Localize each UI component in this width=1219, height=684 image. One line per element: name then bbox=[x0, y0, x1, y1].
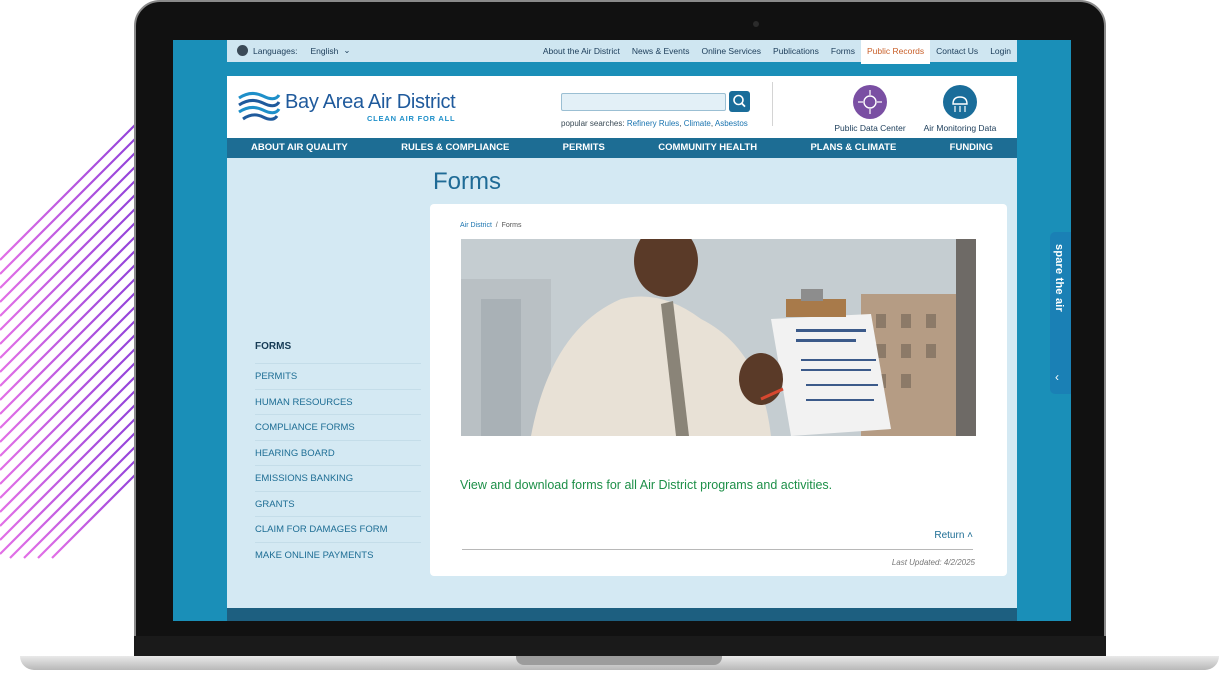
sidebar-item-grants[interactable]: GRANTS bbox=[255, 492, 421, 517]
intro-text: View and download forms for all Air Dist… bbox=[460, 478, 833, 492]
util-link-publications[interactable]: Publications bbox=[767, 40, 825, 62]
util-link-about-the-air-district[interactable]: About the Air District bbox=[537, 40, 626, 62]
public-data-center-label: Public Data Center bbox=[834, 123, 906, 133]
data-center-icon bbox=[853, 85, 887, 119]
return-link[interactable]: Return ˄ bbox=[934, 530, 973, 541]
spare-the-air-label: spare the air bbox=[1053, 244, 1065, 313]
main-navigation: ABOUT AIR QUALITY RULES & COMPLIANCE PER… bbox=[227, 138, 1017, 158]
util-link-contact-us[interactable]: Contact Us bbox=[930, 40, 984, 62]
util-link-public-records[interactable]: Public Records bbox=[860, 40, 931, 64]
util-link-forms[interactable]: Forms bbox=[825, 40, 861, 62]
logo-tagline: CLEAN AIR FOR ALL bbox=[366, 114, 456, 123]
sidebar-item-forms[interactable]: FORMS bbox=[255, 334, 421, 364]
sidebar-item-online-payments[interactable]: MAKE ONLINE PAYMENTS bbox=[255, 543, 421, 569]
search-area bbox=[561, 91, 750, 112]
popular-link-climate[interactable]: Climate bbox=[684, 119, 711, 128]
sidebar-item-human-resources[interactable]: HUMAN RESOURCES bbox=[255, 390, 421, 415]
utility-links: About the Air District News & Events Onlin… bbox=[537, 40, 1017, 64]
page-title: Forms bbox=[433, 168, 501, 195]
language-selector[interactable]: Languages: English ⌄ bbox=[237, 45, 350, 56]
languages-label: Languages: bbox=[253, 45, 298, 56]
popular-link-asbestos[interactable]: Asbestos bbox=[715, 119, 748, 128]
chevron-left-icon: ‹ bbox=[1055, 370, 1059, 384]
laptop-notch bbox=[516, 656, 722, 665]
nav-plans-climate[interactable]: PLANS & CLIMATE bbox=[810, 138, 896, 158]
site-header: Bay Area Air District CLEAN AIR FOR ALL … bbox=[227, 76, 1017, 138]
nav-community-health[interactable]: COMMUNITY HEALTH bbox=[658, 138, 757, 158]
breadcrumb-separator: / bbox=[495, 222, 498, 229]
search-button[interactable] bbox=[729, 91, 750, 112]
laptop-bezel-bottom bbox=[134, 636, 1106, 658]
util-link-online-services[interactable]: Online Services bbox=[696, 40, 768, 62]
utility-bar: Languages: English ⌄ About the Air Distr… bbox=[227, 40, 1017, 64]
sidebar-nav: FORMS PERMITS HUMAN RESOURCES COMPLIANCE… bbox=[255, 334, 421, 568]
language-selected[interactable]: English bbox=[310, 46, 338, 56]
util-link-news-events[interactable]: News & Events bbox=[626, 40, 696, 62]
header-divider bbox=[772, 82, 773, 126]
decorative-stripes bbox=[0, 120, 140, 559]
waves-logo-icon bbox=[238, 91, 281, 121]
laptop-screen: Languages: English ⌄ About the Air Distr… bbox=[173, 40, 1071, 621]
air-monitoring-data-link[interactable]: Air Monitoring Data bbox=[915, 85, 1005, 133]
sidebar-item-claim-for-damages[interactable]: CLAIM FOR DAMAGES FORM bbox=[255, 517, 421, 543]
popular-link-refinery[interactable]: Refinery Rules bbox=[627, 119, 679, 128]
last-updated: Last Updated: 4/2/2025 bbox=[891, 558, 975, 567]
search-icon bbox=[733, 94, 746, 108]
site-logo[interactable]: Bay Area Air District CLEAN AIR FOR ALL bbox=[237, 90, 456, 124]
chevron-up-icon: ˄ bbox=[967, 530, 973, 541]
globe-icon bbox=[237, 45, 248, 56]
nav-permits[interactable]: PERMITS bbox=[563, 138, 605, 158]
nav-about-air-quality[interactable]: ABOUT AIR QUALITY bbox=[251, 138, 348, 158]
sidebar-item-compliance-forms[interactable]: COMPLIANCE FORMS bbox=[255, 415, 421, 441]
air-monitoring-icon bbox=[943, 85, 977, 119]
air-monitoring-data-label: Air Monitoring Data bbox=[923, 123, 997, 133]
footer-strip bbox=[227, 608, 1017, 621]
sidebar-item-hearing-board[interactable]: HEARING BOARD bbox=[255, 441, 421, 466]
util-link-login[interactable]: Login bbox=[984, 40, 1017, 62]
camera-dot bbox=[753, 21, 759, 27]
popular-label: popular searches: bbox=[561, 119, 625, 128]
sidebar-item-emissions-banking[interactable]: EMISSIONS BANKING bbox=[255, 466, 421, 492]
content-card: Air District / Forms View and download f… bbox=[430, 204, 1007, 576]
return-label: Return bbox=[934, 530, 965, 541]
card-divider bbox=[462, 549, 973, 550]
hero-image-man-with-clipboard bbox=[461, 239, 976, 436]
popular-searches: popular searches: Refinery Rules, Climat… bbox=[561, 119, 748, 128]
breadcrumb-home[interactable]: Air District bbox=[460, 222, 492, 229]
sidebar-item-permits[interactable]: PERMITS bbox=[255, 364, 421, 390]
public-data-center-link[interactable]: Public Data Center bbox=[825, 85, 915, 133]
spare-the-air-tab[interactable]: spare the air ‹ bbox=[1050, 232, 1071, 394]
breadcrumb-current: Forms bbox=[501, 222, 522, 229]
nav-rules-compliance[interactable]: RULES & COMPLIANCE bbox=[401, 138, 509, 158]
search-input[interactable] bbox=[561, 93, 726, 111]
nav-funding[interactable]: FUNDING bbox=[950, 138, 993, 158]
logo-name: Bay Area Air District bbox=[285, 91, 456, 113]
breadcrumb: Air District / Forms bbox=[460, 222, 521, 229]
chevron-down-icon: ⌄ bbox=[343, 45, 351, 55]
